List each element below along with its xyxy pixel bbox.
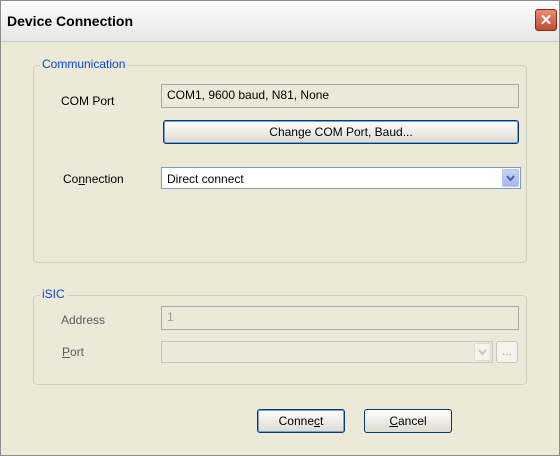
port-label: Port <box>62 345 85 359</box>
address-field: 1 <box>161 306 519 330</box>
connection-label: Connection <box>63 172 124 186</box>
title-bar[interactable]: Device Connection ✕ <box>1 1 559 42</box>
port-browse-label: ... <box>501 344 512 358</box>
port-select <box>161 341 493 363</box>
isic-group-label: iSIC <box>40 287 67 301</box>
connection-select[interactable]: Direct connect <box>161 167 521 189</box>
chevron-down-glyph <box>506 175 515 182</box>
cancel-mnemonic: C <box>389 414 398 428</box>
chevron-down-icon[interactable] <box>502 169 519 187</box>
cancel-button[interactable]: Cancel <box>364 409 452 433</box>
device-connection-dialog: Device Connection ✕ Communication COM Po… <box>0 0 560 456</box>
window-title: Device Connection <box>7 13 134 29</box>
com-port-value: COM1, 9600 baud, N81, None <box>167 88 330 102</box>
close-icon: ✕ <box>539 12 553 29</box>
dialog-body: Communication COM Port COM1, 9600 baud, … <box>3 42 557 453</box>
com-port-field: COM1, 9600 baud, N81, None <box>161 84 519 108</box>
close-button[interactable]: ✕ <box>535 9 557 31</box>
change-com-port-label: Change COM Port, Baud... <box>269 125 413 139</box>
connection-select-value: Direct connect <box>167 172 244 186</box>
communication-group-label: Communication <box>40 57 128 71</box>
connect-button[interactable]: Connect <box>257 409 345 433</box>
address-label: Address <box>61 313 106 327</box>
port-browse-button: ... <box>496 341 518 363</box>
chevron-down-icon <box>474 343 491 361</box>
port-mnemonic: P <box>62 345 71 359</box>
change-com-port-button[interactable]: Change COM Port, Baud... <box>163 120 519 144</box>
com-port-label: COM Port <box>61 94 115 108</box>
chevron-down-glyph <box>478 349 487 356</box>
address-value: 1 <box>167 310 174 324</box>
